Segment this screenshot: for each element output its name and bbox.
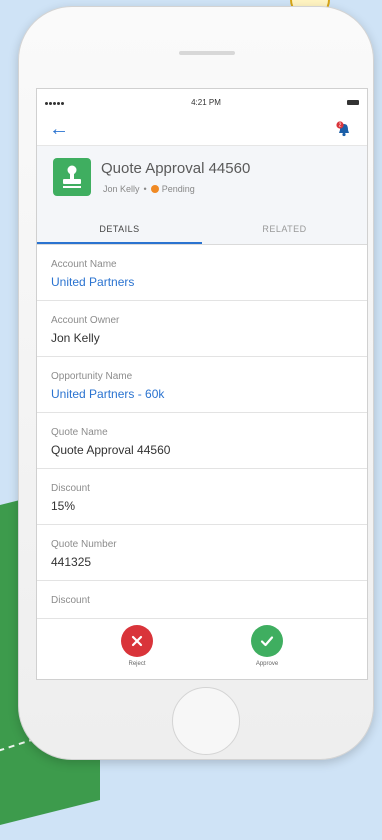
tab-related[interactable]: RELATED <box>202 216 367 244</box>
field-label: Quote Number <box>51 539 117 550</box>
notification-count: 2 <box>339 123 342 129</box>
nav-bar: ← 2 <box>37 115 367 145</box>
field-value: Quote Approval 44560 <box>51 443 171 457</box>
record-owner: Jon Kelly <box>103 184 140 194</box>
field-label: Discount <box>51 483 90 494</box>
account-name-link[interactable]: United Partners <box>51 275 134 289</box>
record-title: Quote Approval 44560 <box>101 160 251 177</box>
field-label: Quote Name <box>51 427 108 438</box>
field-discount-partial: Discount <box>37 581 367 611</box>
details-field-list: Account Name United Partners Account Own… <box>37 245 367 611</box>
battery-icon <box>346 99 359 105</box>
field-value: 441325 <box>51 555 92 569</box>
record-header: Quote Approval 44560 Jon Kelly • Pending <box>37 145 367 216</box>
arrow-left-icon[interactable]: ← <box>49 119 69 139</box>
notification-bell-icon[interactable]: 2 <box>335 121 353 139</box>
home-button[interactable] <box>172 687 240 755</box>
field-quote-name: Quote Name Quote Approval 44560 <box>37 413 367 469</box>
action-bar: Reject Approve <box>37 618 367 679</box>
tab-details[interactable]: DETAILS <box>37 216 202 244</box>
signal-icon <box>45 98 65 107</box>
reject-label: Reject <box>128 661 146 667</box>
reject-button[interactable]: Reject <box>107 625 167 667</box>
field-account-name: Account Name United Partners <box>37 245 367 301</box>
field-discount: Discount 15% <box>37 469 367 525</box>
field-quote-number: Quote Number 441325 <box>37 525 367 581</box>
phone-speaker <box>179 51 235 55</box>
subtitle-separator: • <box>143 184 147 194</box>
field-label: Discount <box>51 595 90 606</box>
status-time: 4:21 PM <box>191 97 221 107</box>
field-account-owner: Account Owner Jon Kelly <box>37 301 367 357</box>
check-icon <box>251 625 283 657</box>
field-label: Account Name <box>51 259 117 270</box>
record-status: Pending <box>161 184 195 194</box>
approve-button[interactable]: Approve <box>237 625 297 667</box>
x-icon <box>121 625 153 657</box>
status-bar: 4:21 PM <box>37 89 367 115</box>
phone-screen: 4:21 PM ← 2 Quote Approval 44560 Jon Kel… <box>36 88 368 680</box>
pending-status-icon <box>150 185 159 193</box>
field-label: Opportunity Name <box>51 371 133 382</box>
approval-stamp-icon <box>53 158 91 196</box>
field-value: Jon Kelly <box>51 331 100 345</box>
field-value: 15% <box>51 499 76 513</box>
record-subtitle: Jon Kelly • Pending <box>103 184 195 194</box>
opportunity-name-link[interactable]: United Partners - 60k <box>51 387 164 401</box>
field-opportunity-name: Opportunity Name United Partners - 60k <box>37 357 367 413</box>
record-tabs: DETAILS RELATED <box>37 216 367 245</box>
approve-label: Approve <box>255 661 279 667</box>
field-label: Account Owner <box>51 315 120 326</box>
